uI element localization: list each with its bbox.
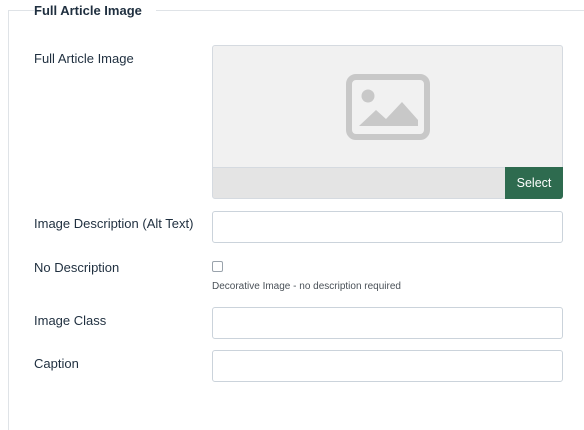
image-action-bar: Select	[212, 167, 563, 199]
caption-input[interactable]	[212, 350, 563, 382]
fieldset-legend: Full Article Image	[34, 3, 156, 18]
select-image-button[interactable]: Select	[505, 167, 563, 199]
alt-text-input[interactable]	[212, 211, 563, 243]
image-class-label: Image Class	[34, 313, 107, 328]
no-description-label: No Description	[34, 260, 120, 275]
no-description-hint: Decorative Image - no description requir…	[212, 281, 401, 292]
alt-text-label: Image Description (Alt Text)	[34, 216, 194, 231]
full-image-label: Full Article Image	[34, 51, 134, 66]
fieldset-legend-text: Full Article Image	[34, 3, 142, 18]
no-description-checkbox[interactable]	[212, 261, 223, 272]
image-placeholder-icon	[345, 74, 430, 140]
image-preview	[212, 45, 563, 168]
image-class-input[interactable]	[212, 307, 563, 339]
caption-label: Caption	[34, 356, 79, 371]
